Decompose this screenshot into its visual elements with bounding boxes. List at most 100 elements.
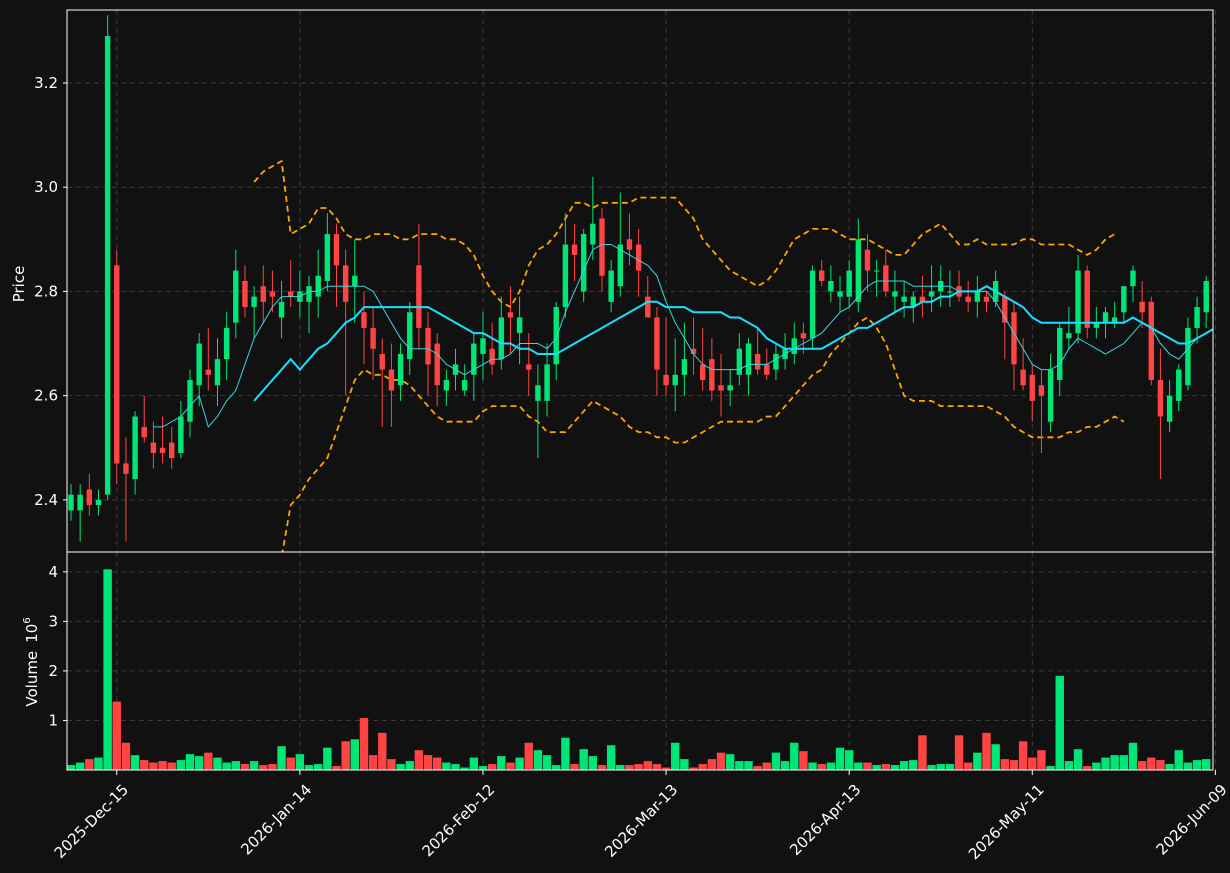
volume-bar-up [231,761,240,770]
volume-bar-up [1192,760,1202,770]
volume-bar-down [643,761,652,770]
volume-bar-up [249,761,259,770]
volume-bar-up [185,754,195,770]
candle-body-up [315,275,321,297]
candle-body-down [507,312,514,318]
candle-body-down [1011,312,1017,365]
volume-bar-up [1128,742,1138,770]
volume-bar-up [1055,675,1064,770]
volume-tick-label: 2 [48,662,58,680]
candle-body-down [526,364,532,370]
volume-bar-down [85,759,94,770]
volume-bar-up [872,765,881,770]
volume-bar-up [405,761,414,770]
volume-bar-up [1073,749,1083,770]
candle-body-down [1020,369,1026,386]
volume-bar-up [103,569,112,770]
volume-bar-down [1037,750,1046,770]
candle-body-down [288,291,294,297]
volume-bar-up [277,746,286,770]
volume-bar-up [552,765,561,770]
candle-body-down [663,374,669,386]
candle-body-down [699,364,706,381]
volume-bar-up [991,744,1000,770]
candle-body-down [150,442,157,453]
candle-body-up [736,348,743,375]
candle-body-up [1166,395,1173,422]
volume-bar-down [762,762,771,770]
candle-body-up [233,270,239,323]
candle-body-up [1130,270,1136,287]
volume-bar-up [1101,757,1110,770]
volume-bar-down [1000,759,1010,770]
volume-bar-down [286,757,295,770]
candle-body-down [169,442,175,459]
volume-bar-up [442,762,451,770]
volume-bar-up [1119,755,1129,770]
candle-body-up [828,281,834,292]
volume-bar-down [817,764,826,770]
candle-body-up [324,234,331,281]
volume-bar-down [918,735,927,770]
volume-bar-down [167,762,176,770]
volume-bar-down [112,701,121,770]
candle-body-up [1176,369,1182,401]
candle-body-up [608,270,614,302]
volume-bar-down [368,755,378,770]
volume-bar-up [890,765,900,770]
candle-body-up [278,301,285,318]
candle-body-up [1203,281,1209,313]
price-axis-label: Price [10,266,28,303]
candle-body-up [443,380,450,391]
volume-axis-label: Volume 106 [22,617,41,706]
volume-bar-up [1064,761,1074,770]
candle-body-up [1075,270,1081,334]
volume-bar-down [387,759,396,770]
volume-bar-down [799,751,808,770]
candle-body-down [123,463,129,474]
candle-body-up [187,380,193,422]
volume-bar-up [844,750,854,770]
candle-body-down [141,426,147,438]
price-tick-label: 2.8 [34,282,58,300]
volume-bar-up [744,761,753,770]
candle-body-up [791,338,797,354]
candle-body-down [983,296,990,302]
volume-bar-down [597,765,607,770]
volume-bar-down [698,764,707,770]
candle-body-up [544,364,550,401]
volume-bar-down [716,752,726,770]
candle-body-down [370,327,376,349]
volume-bar-up [725,754,735,770]
volume-bar-down [378,732,387,770]
candle-body-up [590,223,596,245]
candle-body-down [1029,374,1035,401]
volume-bar-down [652,764,662,770]
volume-bar-up [680,759,689,770]
volume-bar-down [1147,757,1156,770]
volume-bar-down [881,764,890,770]
candle-body-down [1038,385,1045,396]
volume-bar-up [936,764,945,770]
candle-body-up [95,499,102,506]
candle-body-down [645,296,651,318]
candle-body-down [654,317,660,370]
candle-body-down [1148,301,1154,381]
candle-body-down [709,359,715,391]
volume-bar-up [94,757,103,770]
candle-body-up [68,494,74,511]
candle-body-down [965,296,971,302]
volume-bar-up [1110,755,1119,770]
volume-bar-down [487,764,497,770]
volume-bar-up [771,752,781,770]
candle-body-down [571,244,578,255]
candle-body-down [764,364,770,375]
candle-body-down [114,265,120,464]
candle-body-down [1002,296,1008,323]
candle-body-down [159,447,166,453]
volume-axis-label-text: Volume [23,651,41,707]
volume-bar-down [1028,757,1037,770]
candle-body-down [342,265,349,302]
candle-body-down [388,369,395,391]
volume-bar-up [469,757,479,770]
